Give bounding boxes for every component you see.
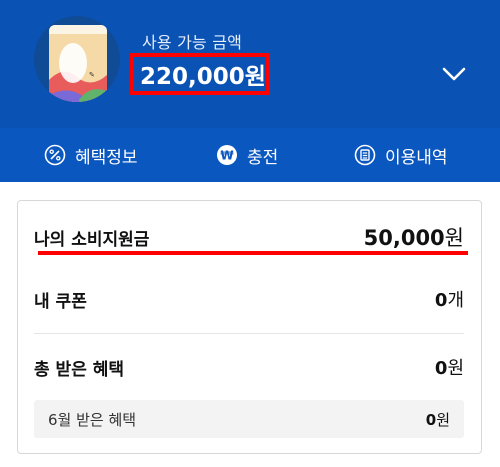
total-benefit-row[interactable]: 총 받은 혜택 0원: [34, 352, 464, 382]
subsidy-highlight-underline: [38, 251, 468, 255]
tab-bar: 혜택정보 ₩ 충전 이용내역: [0, 128, 500, 182]
balance-amount: 220,000원: [140, 64, 266, 90]
divider: [34, 333, 464, 334]
wallet-header: ✎ 사용 가능 금액 220,000원: [0, 0, 500, 128]
month-benefit-label: 6월 받은 혜택: [48, 410, 137, 429]
total-benefit-label: 총 받은 혜택: [34, 359, 125, 380]
coupon-row[interactable]: 내 쿠폰 0개: [34, 284, 464, 314]
tab-label: 이용내역: [385, 147, 448, 168]
subsidy-row[interactable]: 나의 소비지원금 50,000원: [34, 222, 464, 252]
card-image: ✎: [49, 25, 107, 102]
tab-label: 충전: [247, 147, 279, 168]
won-icon: ₩: [217, 145, 237, 165]
total-benefit-value: 0원: [434, 358, 464, 379]
tab-label: 혜택정보: [75, 147, 138, 168]
svg-text:₩: ₩: [220, 149, 234, 163]
percent-icon: [44, 144, 66, 166]
tab-history[interactable]: 이용내역: [354, 128, 448, 182]
balance-label: 사용 가능 금액: [142, 33, 243, 52]
chevron-down-icon[interactable]: [440, 62, 468, 86]
month-benefit-row[interactable]: 6월 받은 혜택 0원: [34, 400, 464, 438]
tab-benefit-info[interactable]: 혜택정보: [44, 128, 138, 182]
receipt-icon: [354, 144, 376, 166]
coupon-value: 0개: [434, 290, 464, 311]
subsidy-label: 나의 소비지원금: [34, 229, 150, 250]
subsidy-value: 50,000원: [363, 226, 464, 250]
svg-text:✎: ✎: [89, 71, 95, 79]
card-thumbnail[interactable]: ✎: [34, 16, 120, 102]
month-benefit-value: 0원: [425, 410, 450, 429]
coupon-label: 내 쿠폰: [34, 291, 87, 312]
tab-charge[interactable]: ₩ 충전: [216, 128, 278, 182]
